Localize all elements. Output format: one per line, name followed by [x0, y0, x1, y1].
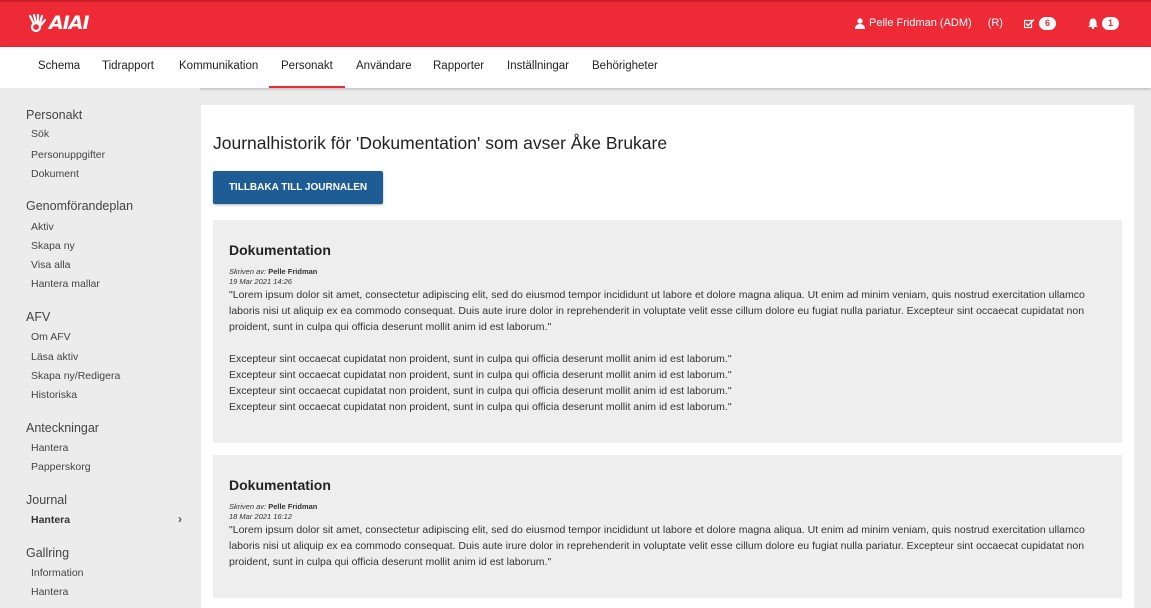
entry-date: 18 Mar 2021 16:12: [229, 512, 292, 521]
sidebar-heading-gallring: Gallring: [26, 546, 70, 560]
sidebar-item-skapa-ny-redigera[interactable]: Skapa ny/Redigera: [31, 370, 120, 382]
sidebar-item-information[interactable]: Information: [31, 567, 84, 579]
sidebar-heading-journal: Journal: [26, 493, 67, 507]
user-menu[interactable]: Pelle Fridman (ADM) (R): [855, 17, 1003, 29]
notifications-button[interactable]: 1: [1088, 17, 1119, 30]
top-header: AIAI Pelle Fridman (ADM) (R) 6 1: [0, 0, 1151, 47]
entry-title: Dokumentation: [229, 477, 331, 493]
journal-entry: Dokumentation Skriven av: Pelle Fridman …: [213, 220, 1122, 443]
sidebar-item-aktiv[interactable]: Aktiv: [31, 221, 54, 233]
logo-hand-icon: [28, 13, 47, 33]
main-content: Journalhistorik för 'Dokumentation' som …: [201, 105, 1134, 608]
sidebar-item-hantera-mallar[interactable]: Hantera mallar: [31, 278, 100, 290]
bell-icon: [1088, 18, 1098, 29]
entry-author: Pelle Fridman: [268, 267, 318, 276]
sidebar: Personakt Sök Personuppgifter Dokument G…: [0, 88, 200, 608]
entry-title: Dokumentation: [229, 242, 331, 258]
entry-text: "Lorem ipsum dolor sit amet, consectetur…: [229, 289, 1085, 413]
checklist-icon: [1024, 18, 1035, 28]
sidebar-heading-personakt: Personakt: [26, 108, 83, 122]
written-by-label: Skriven av:: [229, 267, 269, 276]
nav-rapporter[interactable]: Rapporter: [421, 47, 496, 88]
journal-entry: Dokumentation Skriven av: Pelle Fridman …: [213, 455, 1122, 598]
nav-behorigheter[interactable]: Behörigheter: [580, 47, 670, 88]
user-role: (R): [987, 17, 1003, 29]
nav-anvandare[interactable]: Användare: [344, 47, 424, 88]
logo-text: AIAI: [49, 12, 90, 34]
entry-author-line: Skriven av: Pelle Fridman: [229, 266, 1106, 277]
notifications-badge: 1: [1102, 17, 1119, 30]
sidebar-item-lasa-aktiv[interactable]: Läsa aktiv: [31, 351, 78, 363]
sidebar-heading-afv: AFV: [26, 310, 51, 324]
sidebar-item-hantera-anteckningar[interactable]: Hantera: [31, 442, 68, 454]
page-title: Journalhistorik för 'Dokumentation' som …: [213, 133, 668, 153]
sidebar-item-hantera-journal[interactable]: Hantera: [31, 514, 70, 526]
tasks-badge: 6: [1039, 17, 1056, 30]
user-name: Pelle Fridman (ADM): [869, 17, 972, 29]
nav-tidrapport[interactable]: Tidrapport: [90, 47, 166, 88]
entry-author-line: Skriven av: Pelle Fridman: [229, 501, 1106, 512]
entry-author: Pelle Fridman: [268, 502, 318, 511]
nav-installningar[interactable]: Inställningar: [495, 47, 581, 88]
entry-date: 19 Mar 2021 14:26: [229, 277, 292, 286]
nav-schema[interactable]: Schema: [26, 47, 92, 88]
back-to-journal-button[interactable]: Tillbaka till journalen: [213, 171, 383, 204]
entry-text: "Lorem ipsum dolor sit amet, consectetur…: [229, 524, 1085, 568]
user-icon: [855, 17, 865, 29]
sidebar-item-visa-alla[interactable]: Visa alla: [31, 259, 71, 271]
sidebar-heading-anteckningar: Anteckningar: [26, 421, 99, 435]
sidebar-item-papperskorg[interactable]: Papperskorg: [31, 461, 91, 473]
chevron-right-icon: ›: [178, 512, 182, 526]
sidebar-item-om-afv[interactable]: Om AFV: [31, 331, 71, 343]
sidebar-item-dokument[interactable]: Dokument: [31, 168, 79, 180]
tasks-button[interactable]: 6: [1024, 17, 1056, 30]
app-logo[interactable]: AIAI: [27, 12, 90, 34]
nav-personakt[interactable]: Personakt: [269, 47, 345, 88]
sidebar-item-sok[interactable]: Sök: [31, 128, 49, 140]
sidebar-item-personuppgifter[interactable]: Personuppgifter: [31, 149, 105, 161]
sidebar-item-skapa-ny[interactable]: Skapa ny: [31, 240, 75, 252]
sidebar-item-hantera-gallring[interactable]: Hantera: [31, 586, 68, 598]
sidebar-heading-genomforandeplan: Genomförandeplan: [26, 199, 134, 213]
main-nav: Schema Tidrapport Kommunikation Personak…: [0, 47, 1151, 88]
sidebar-item-historiska[interactable]: Historiska: [31, 389, 77, 401]
written-by-label: Skriven av:: [229, 502, 269, 511]
nav-kommunikation[interactable]: Kommunikation: [167, 47, 270, 88]
